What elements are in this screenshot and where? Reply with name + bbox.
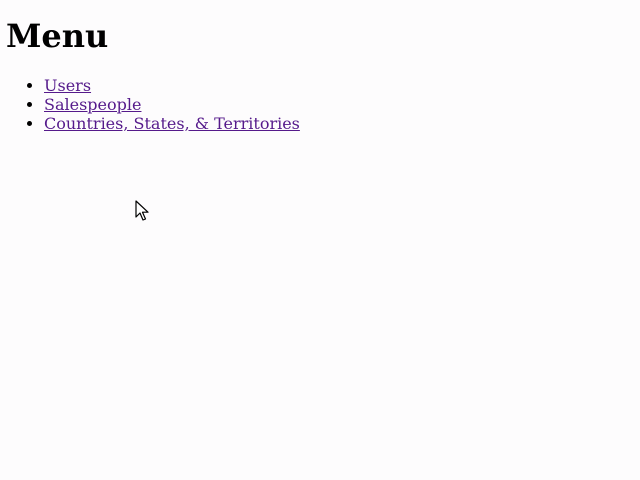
page-title: Menu bbox=[6, 17, 109, 55]
menu-list: Users Salespeople Countries, States, & T… bbox=[0, 76, 300, 133]
list-item: Users bbox=[44, 76, 300, 95]
menu-link-salespeople[interactable]: Salespeople bbox=[44, 95, 141, 114]
menu-link-countries-states-territories[interactable]: Countries, States, & Territories bbox=[44, 114, 300, 133]
menu-link-users[interactable]: Users bbox=[44, 76, 91, 95]
list-item: Salespeople bbox=[44, 95, 300, 114]
mouse-pointer-icon bbox=[135, 200, 149, 221]
list-item: Countries, States, & Territories bbox=[44, 114, 300, 133]
